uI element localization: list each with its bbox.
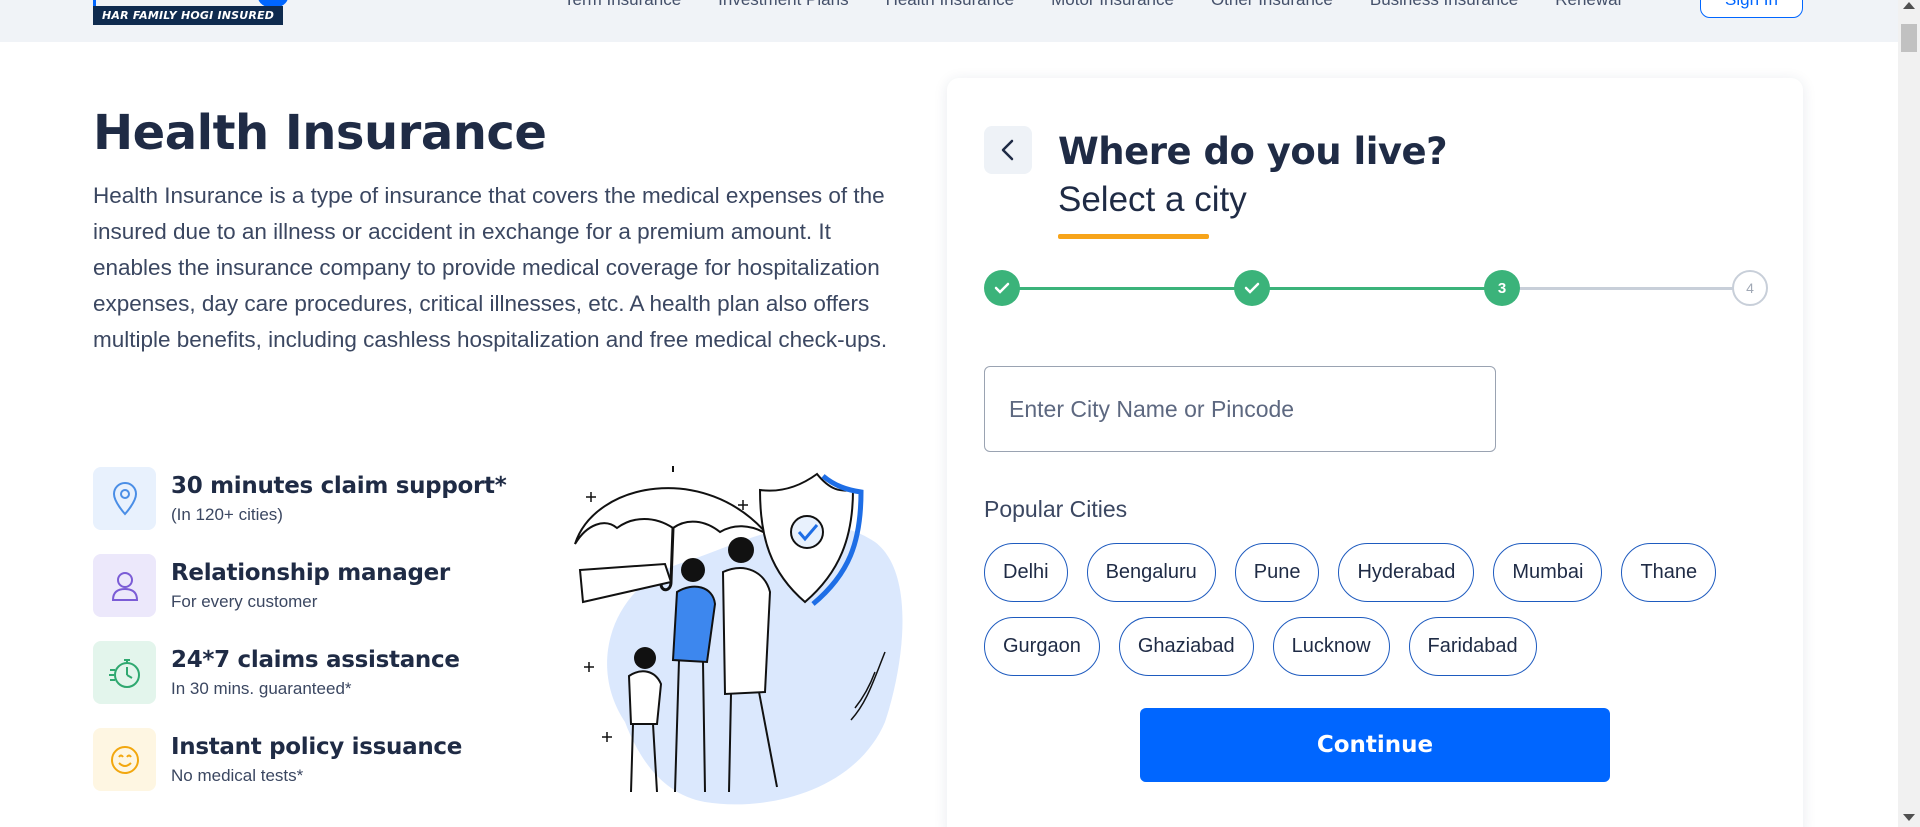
scroll-thumb[interactable] bbox=[1901, 24, 1917, 52]
checkmark-icon bbox=[1244, 282, 1260, 294]
step-3-current: 3 bbox=[1484, 270, 1520, 306]
feature-instant-issuance: Instant policy issuance No medical tests… bbox=[93, 728, 462, 791]
city-chip-mumbai[interactable]: Mumbai bbox=[1493, 543, 1603, 602]
step-2-complete bbox=[1234, 270, 1270, 306]
step-1-complete bbox=[984, 270, 1020, 306]
nav-renewal[interactable]: Renewal bbox=[1555, 0, 1621, 10]
main-nav: Term Insurance Investment Plans Health I… bbox=[564, 0, 1621, 10]
nav-health-insurance[interactable]: Health Insurance bbox=[886, 0, 1015, 10]
city-chip-gurgaon[interactable]: Gurgaon bbox=[984, 617, 1100, 676]
popular-cities-list: Delhi Bengaluru Pune Hyderabad Mumbai Th… bbox=[984, 543, 1754, 676]
step-connector bbox=[1002, 287, 1252, 290]
feature-subtitle: For every customer bbox=[171, 591, 318, 611]
feature-title: Instant policy issuance bbox=[171, 733, 463, 760]
logo-tagline[interactable]: HAR FAMILY HOGI INSURED bbox=[93, 6, 284, 25]
feature-title: 30 minutes claim support* bbox=[171, 472, 507, 499]
feature-subtitle: No medical tests* bbox=[171, 765, 304, 785]
stopwatch-icon bbox=[93, 641, 156, 704]
back-button[interactable] bbox=[984, 126, 1032, 174]
city-chip-lucknow[interactable]: Lucknow bbox=[1272, 617, 1390, 676]
step-4-pending: 4 bbox=[1732, 270, 1768, 306]
nav-investment-plans[interactable]: Investment Plans bbox=[718, 0, 848, 10]
feature-claim-support: 30 minutes claim support* (In 120+ citie… bbox=[93, 467, 507, 530]
feature-subtitle: In 30 mins. guaranteed* bbox=[171, 678, 352, 698]
form-subheading: Select a city bbox=[1058, 180, 1247, 219]
city-chip-delhi[interactable]: Delhi bbox=[984, 543, 1068, 602]
city-chip-hyderabad[interactable]: Hyderabad bbox=[1338, 543, 1475, 602]
form-question: Where do you live? bbox=[1058, 130, 1448, 173]
nav-term-insurance[interactable]: Term Insurance bbox=[564, 0, 681, 10]
city-chip-faridabad[interactable]: Faridabad bbox=[1408, 617, 1537, 676]
sign-in-button[interactable]: Sign In bbox=[1700, 0, 1803, 18]
popular-cities-label: Popular Cities bbox=[984, 496, 1128, 522]
scroll-down-arrow-icon[interactable] bbox=[1903, 814, 1915, 821]
city-chip-bengaluru[interactable]: Bengaluru bbox=[1086, 543, 1216, 602]
scroll-up-arrow-icon[interactable] bbox=[1903, 2, 1915, 9]
feature-title: Relationship manager bbox=[171, 559, 450, 586]
nav-motor-insurance[interactable]: Motor Insurance bbox=[1051, 0, 1174, 10]
heading-underline bbox=[1058, 234, 1209, 239]
step-connector bbox=[1252, 287, 1502, 290]
continue-button[interactable]: Continue bbox=[1140, 708, 1610, 782]
feature-subtitle: (In 120+ cities) bbox=[171, 504, 283, 524]
smiley-icon bbox=[93, 728, 156, 791]
page-scrollbar[interactable] bbox=[1898, 0, 1920, 827]
family-umbrella-illustration bbox=[574, 466, 903, 805]
progress-stepper: 3 4 bbox=[984, 270, 1768, 306]
step-connector bbox=[1502, 287, 1752, 290]
nav-other-insurance[interactable]: Other Insurance bbox=[1211, 0, 1333, 10]
person-icon bbox=[93, 554, 156, 617]
page-title: Health Insurance bbox=[93, 105, 547, 161]
nav-business-insurance[interactable]: Business Insurance bbox=[1370, 0, 1518, 10]
city-chip-thane[interactable]: Thane bbox=[1621, 543, 1717, 602]
feature-relationship-manager: Relationship manager For every customer bbox=[93, 554, 450, 617]
location-pin-icon bbox=[93, 467, 156, 530]
city-search-input[interactable] bbox=[984, 366, 1496, 452]
city-chip-pune[interactable]: Pune bbox=[1234, 543, 1320, 602]
city-chip-ghaziabad[interactable]: Ghaziabad bbox=[1118, 617, 1254, 676]
top-header: HAR FAMILY HOGI INSURED Term Insurance I… bbox=[0, 0, 1898, 42]
feature-claims-assistance: 24*7 claims assistance In 30 mins. guara… bbox=[93, 641, 460, 704]
page-description: Health Insurance is a type of insurance … bbox=[93, 183, 888, 352]
feature-title: 24*7 claims assistance bbox=[171, 646, 460, 673]
checkmark-icon bbox=[994, 282, 1010, 294]
chevron-left-icon bbox=[1001, 139, 1014, 161]
